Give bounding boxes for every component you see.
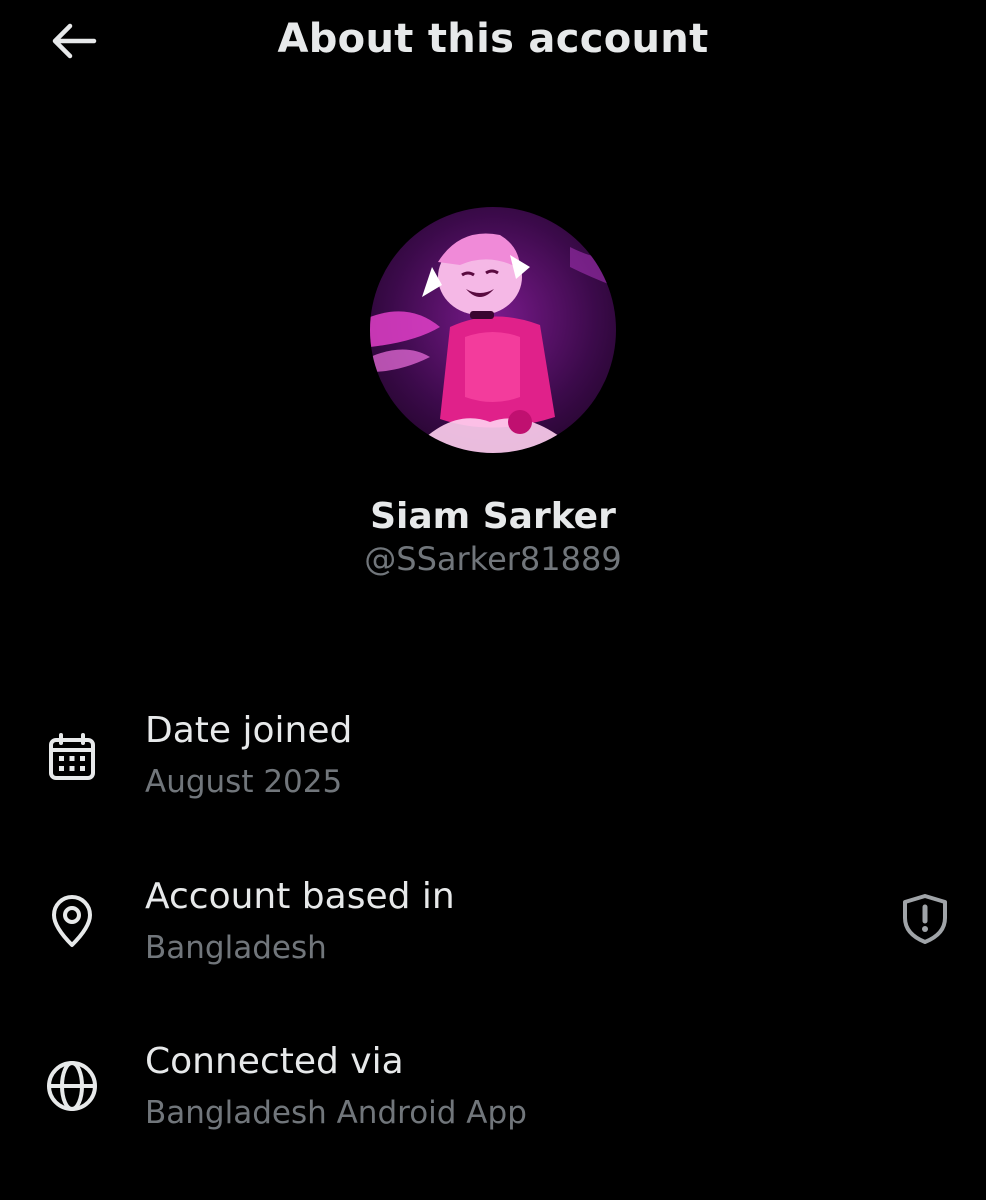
account-based-in-label: Account based in [145,876,455,917]
location-info-button[interactable] [896,892,954,950]
top-bar: About this account [0,0,986,90]
location-pin-icon [44,893,100,949]
user-handle: @SSarker81889 [364,540,622,578]
page-title: About this account [277,16,709,62]
display-name: Siam Sarker [370,496,616,537]
date-joined-label: Date joined [145,710,353,751]
date-joined-row: Date joined August 2025 [0,700,986,810]
connected-via-row: Connected via Bangladesh Android App [0,1031,986,1141]
date-joined-value: August 2025 [145,764,343,800]
globe-icon [44,1058,100,1114]
connected-via-label: Connected via [145,1041,404,1082]
profile-avatar[interactable] [370,207,616,453]
calendar-icon [44,729,100,785]
account-based-in-value: Bangladesh [145,930,327,966]
shield-alert-icon [899,892,951,950]
connected-via-value: Bangladesh Android App [145,1095,527,1131]
account-based-in-row: Account based in Bangladesh [0,866,986,976]
